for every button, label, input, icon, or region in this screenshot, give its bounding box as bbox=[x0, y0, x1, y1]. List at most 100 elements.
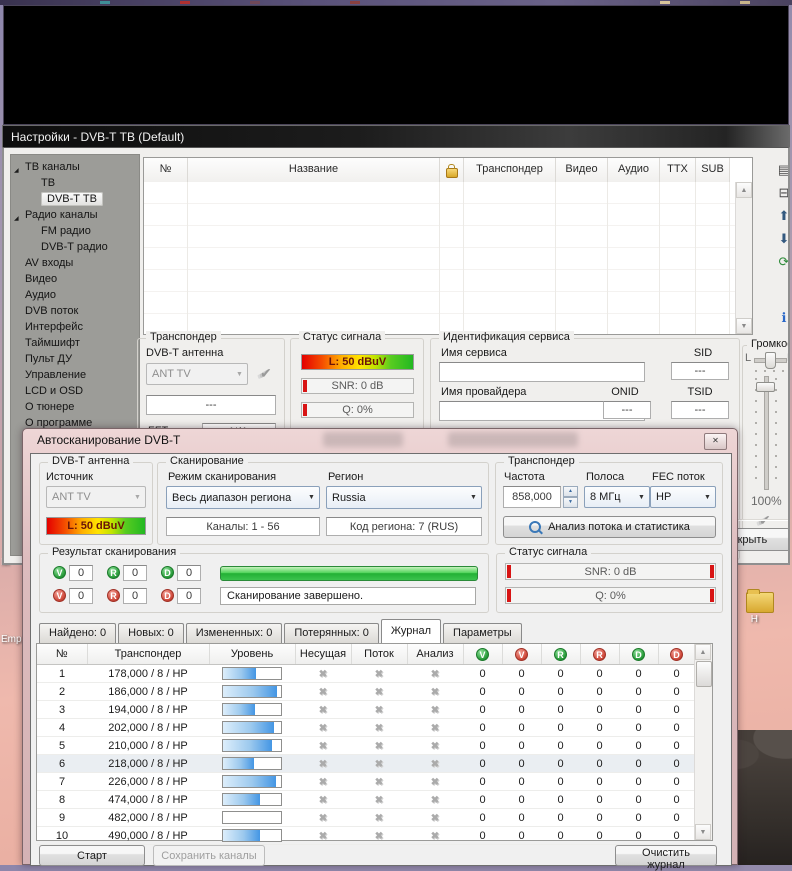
start-button[interactable]: Старт bbox=[39, 845, 145, 866]
log-column-header[interactable]: V bbox=[463, 644, 502, 665]
settings-window-titlebar[interactable]: Настройки - DVB-T ТВ (Default) bbox=[2, 125, 790, 147]
tab-item[interactable]: Найдено: 0 bbox=[39, 623, 116, 643]
log-column-header[interactable]: № bbox=[37, 644, 87, 665]
log-column-header[interactable]: Уровень bbox=[209, 644, 295, 665]
sidebar-item-label: Таймшифт bbox=[25, 337, 80, 349]
antenna-select[interactable]: ANT TV ▼ bbox=[146, 363, 248, 385]
channels-column-header[interactable]: Видео bbox=[556, 158, 608, 182]
sidebar-item[interactable]: Управление bbox=[11, 367, 139, 383]
frequency-input[interactable]: 858,000 bbox=[503, 486, 561, 508]
log-column-header[interactable]: Поток bbox=[351, 644, 407, 665]
analyze-stream-button[interactable]: Анализ потока и статистика bbox=[503, 516, 716, 538]
log-column-header[interactable]: R bbox=[580, 644, 619, 665]
log-row[interactable]: 1178,000 / 8 / HP✖✖✖000000 bbox=[37, 665, 695, 683]
remove-channel-icon[interactable]: ⊟ bbox=[776, 185, 790, 201]
log-row[interactable]: 7226,000 / 8 / HP✖✖✖000000 bbox=[37, 773, 695, 791]
log-row[interactable]: 4202,000 / 8 / HP✖✖✖000000 bbox=[37, 719, 695, 737]
save-channels-button[interactable]: Сохранить каналы bbox=[153, 845, 265, 866]
channels-column-header[interactable]: SUB bbox=[696, 158, 730, 182]
close-icon[interactable]: ✕ bbox=[704, 433, 727, 450]
snr-bar: SNR: 0 dB bbox=[301, 378, 414, 394]
source-select[interactable]: ANT TV ▼ bbox=[46, 486, 146, 508]
channels-column-header[interactable]: № bbox=[144, 158, 188, 182]
cross-icon: ✖ bbox=[319, 813, 327, 824]
log-column-header[interactable]: Несущая bbox=[295, 644, 351, 665]
sidebar-item[interactable]: ТВ bbox=[11, 175, 139, 191]
volume-slider-handle[interactable] bbox=[756, 382, 775, 392]
log-scrollbar[interactable]: ▲ ▼ bbox=[694, 644, 712, 840]
volume-slider[interactable] bbox=[764, 376, 769, 490]
antenna-label: DVB-T антенна bbox=[146, 347, 223, 359]
log-row[interactable]: 5210,000 / 8 / HP✖✖✖000000 bbox=[37, 737, 695, 755]
move-channel-down-icon[interactable]: ⬇ bbox=[776, 231, 790, 247]
log-column-header[interactable]: V bbox=[502, 644, 541, 665]
spin-up-icon[interactable]: ▲ bbox=[563, 486, 578, 497]
channels-column-header[interactable]: TTX bbox=[660, 158, 696, 182]
tab-item[interactable]: Параметры bbox=[443, 623, 522, 643]
sidebar-item[interactable]: О тюнере bbox=[11, 399, 139, 415]
log-row[interactable]: 8474,000 / 8 / HP✖✖✖000000 bbox=[37, 791, 695, 809]
sidebar-item[interactable]: Видео bbox=[11, 271, 139, 287]
sidebar-item[interactable]: AV входы bbox=[11, 255, 139, 271]
log-row[interactable]: 10490,000 / 8 / HP✖✖✖000000 bbox=[37, 827, 695, 845]
video-preview-window[interactable] bbox=[3, 5, 789, 125]
log-column-header[interactable]: Транспондер bbox=[87, 644, 209, 665]
channels-column-header[interactable]: Аудио bbox=[608, 158, 660, 182]
sidebar-item[interactable]: DVB-T радио bbox=[11, 239, 139, 255]
tab-item[interactable]: Новых: 0 bbox=[118, 623, 184, 643]
region-select[interactable]: Russia ▼ bbox=[326, 486, 482, 509]
tab-item[interactable]: Потерянных: 0 bbox=[284, 623, 379, 643]
cross-icon: ✖ bbox=[319, 777, 327, 788]
sidebar-item[interactable]: DVB-T ТВ bbox=[11, 191, 139, 207]
lock-column-header[interactable] bbox=[440, 158, 464, 182]
log-column-header[interactable]: D bbox=[619, 644, 658, 665]
sidebar-item[interactable]: DVB поток bbox=[11, 303, 139, 319]
sidebar-item[interactable]: ◢ТВ каналы bbox=[11, 159, 139, 175]
frequency-spinner[interactable]: ▲ ▼ bbox=[563, 486, 578, 508]
refresh-list-icon[interactable]: ⟳ bbox=[776, 254, 790, 270]
channel-list-icon[interactable]: ▤ bbox=[776, 162, 790, 178]
service-name-input[interactable] bbox=[439, 362, 645, 382]
antenna-value: ANT TV bbox=[147, 368, 232, 380]
sidebar-item[interactable]: Аудио bbox=[11, 287, 139, 303]
chevron-down-icon: ▼ bbox=[700, 494, 715, 501]
scroll-up-icon[interactable]: ▲ bbox=[695, 644, 711, 660]
scroll-thumb[interactable] bbox=[696, 661, 712, 687]
log-column-header[interactable]: R bbox=[541, 644, 580, 665]
channels-column-header[interactable]: Название bbox=[188, 158, 440, 182]
desktop-folder-icon[interactable] bbox=[746, 592, 774, 613]
sidebar-item[interactable]: Интерфейс bbox=[11, 319, 139, 335]
log-column-header[interactable]: Анализ bbox=[407, 644, 463, 665]
bandwidth-select[interactable]: 8 МГц ▼ bbox=[584, 486, 650, 508]
sidebar-item[interactable]: FM радио bbox=[11, 223, 139, 239]
scroll-down-icon[interactable]: ▼ bbox=[736, 318, 752, 334]
scan-mode-select[interactable]: Весь диапазон региона ▼ bbox=[166, 486, 320, 509]
clear-log-button[interactable]: Очистить журнал bbox=[615, 845, 717, 866]
log-row[interactable]: 3194,000 / 8 / HP✖✖✖000000 bbox=[37, 701, 695, 719]
log-row[interactable]: 6218,000 / 8 / HP✖✖✖000000 bbox=[37, 755, 695, 773]
log-row[interactable]: 2186,000 / 8 / HP✖✖✖000000 bbox=[37, 683, 695, 701]
sidebar-item[interactable]: ◢Радио каналы bbox=[11, 207, 139, 223]
tab-active[interactable]: Журнал bbox=[381, 619, 441, 643]
move-channel-up-icon[interactable]: ⬆ bbox=[776, 208, 790, 224]
sidebar-item[interactable]: Пульт ДУ bbox=[11, 351, 139, 367]
desktop-folder-label[interactable]: Н bbox=[751, 614, 758, 625]
sidebar-item[interactable]: Таймшифт bbox=[11, 335, 139, 351]
sidebar-item[interactable]: LCD и OSD bbox=[11, 383, 139, 399]
log-column-header[interactable]: D bbox=[658, 644, 695, 665]
tab-item[interactable]: Измененных: 0 bbox=[186, 623, 283, 643]
spin-down-icon[interactable]: ▼ bbox=[563, 497, 578, 508]
cross-icon: ✖ bbox=[319, 705, 327, 716]
scroll-up-icon[interactable]: ▲ bbox=[736, 182, 752, 198]
channels-column-header[interactable]: Транспондер bbox=[464, 158, 556, 182]
log-row[interactable]: 9482,000 / 8 / HP✖✖✖000000 bbox=[37, 809, 695, 827]
desktop-icon-label[interactable]: Emp bbox=[1, 634, 22, 645]
channels-table-body[interactable] bbox=[144, 182, 735, 334]
log-count: 0 bbox=[580, 809, 619, 827]
channels-scrollbar[interactable]: ▲ ▼ bbox=[735, 182, 752, 334]
scroll-down-icon[interactable]: ▼ bbox=[695, 824, 711, 840]
balance-slider-handle[interactable] bbox=[765, 352, 776, 369]
info-icon[interactable]: ℹ bbox=[776, 310, 790, 326]
fec-select[interactable]: HP ▼ bbox=[650, 486, 716, 508]
cross-icon: ✖ bbox=[431, 813, 439, 824]
